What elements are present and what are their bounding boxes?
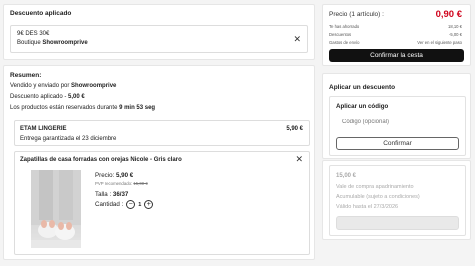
quantity-decrease-button[interactable]: −	[126, 200, 136, 209]
rrp-line: PVP recomendado: 15,00 €	[95, 181, 148, 186]
promo-subtitle: Aplicar un código	[336, 103, 389, 110]
sold-by-seller: Showroomprive	[71, 83, 117, 89]
promo-code-input[interactable]	[336, 115, 459, 129]
shipment-box: ETAM LINGERIE 5,90 € Entrega garantizada…	[14, 120, 310, 146]
product-box: Zapatillas de casa forradas con orejas N…	[14, 151, 310, 255]
voucher-line1: Vale de compra apadrinamiento	[336, 184, 414, 190]
shipment-price: 5,90 €	[286, 126, 303, 132]
sold-by-line: Vendido y enviado por Showroomprive	[10, 83, 116, 89]
quantity-increase-button[interactable]: +	[144, 200, 154, 209]
applied-store-line: Boutique Showroomprive	[17, 40, 88, 46]
reserved-prefix: Los productos están reservados durante	[10, 105, 120, 111]
discount-prefix: Descuento aplicado -	[10, 94, 69, 100]
voucher-line3: Válido hasta el 27/3/2026	[336, 204, 399, 210]
reserved-timer: 9 min 53 seg	[119, 105, 156, 111]
product-price: 5,90 €	[115, 172, 134, 179]
slipper-illustration	[31, 170, 81, 248]
price-label: Precio:	[95, 172, 116, 179]
rrp-label: PVP recomendado:	[95, 181, 134, 186]
discounts-value: -5,00 €	[448, 32, 462, 37]
product-image[interactable]	[31, 170, 81, 248]
price-line: Precio: 5,90 €	[95, 172, 133, 179]
voucher-amount: 15,00 €	[336, 173, 357, 179]
reserved-line: Los productos están reservados durante 9…	[10, 105, 155, 111]
price-title: Precio (1 artículo) :	[329, 11, 384, 18]
price-row-shipping: Gastos de envío Ver en el siguiente paso	[329, 40, 462, 45]
summary-title: Resumen:	[10, 72, 42, 79]
quantity-label: Cantidad :	[95, 201, 124, 208]
product-name[interactable]: Zapatillas de casa forradas con orejas N…	[20, 157, 182, 163]
shipping-label: Gastos de envío	[329, 40, 360, 45]
confirm-cart-button[interactable]: Confirmar la cesta	[329, 49, 464, 62]
shipment-brand: ETAM LINGERIE	[20, 126, 67, 132]
discount-value: 5,00 €	[68, 94, 85, 100]
voucher-line2: Acumulable (sujeto a condiciones)	[336, 194, 420, 200]
applied-code-box: 9€ DES 30€ Boutique Showroomprive ✕	[10, 25, 308, 53]
store-name: Showroomprive	[42, 40, 88, 46]
voucher-inner: 15,00 € Vale de compra apadrinamiento Ac…	[329, 165, 466, 236]
size-label: Talla :	[95, 191, 113, 198]
sold-by-prefix: Vendido y enviado por	[10, 83, 72, 89]
price-panel: Precio (1 artículo) : 0,90 € Te has ahor…	[322, 4, 471, 66]
promo-card: Aplicar un descuento Aplicar un código C…	[322, 73, 471, 159]
saved-label: Te has ahorrado	[329, 24, 360, 29]
store-prefix: Boutique	[17, 40, 43, 46]
price-row-saved: Te has ahorrado 18,10 €	[329, 24, 462, 29]
saved-value: 18,10 €	[448, 24, 462, 29]
size-line: Talla : 36/37	[95, 191, 128, 198]
promo-inner: Aplicar un código Confirmar	[329, 96, 466, 156]
summary-card: Resumen: Vendido y enviado por Showroomp…	[3, 65, 315, 260]
remove-discount-close-icon[interactable]: ✕	[293, 35, 301, 44]
shipping-value: Ver en el siguiente paso	[417, 40, 462, 45]
discount-applied-card: Descuento aplicado 9€ DES 30€ Boutique S…	[3, 4, 315, 60]
voucher-apply-button	[336, 216, 459, 230]
price-row-discounts: Descuentos -5,00 €	[329, 32, 462, 37]
voucher-card: 15,00 € Vale de compra apadrinamiento Ac…	[322, 160, 471, 240]
price-total: 0,90 €	[435, 9, 462, 20]
discounts-label: Descuentos	[329, 32, 352, 37]
discount-line: Descuento aplicado - 5,00 €	[10, 94, 85, 100]
shipment-delivery: Entrega garantizada el 23 diciembre	[20, 136, 117, 142]
quantity-stepper: Cantidad : − 1 +	[95, 200, 154, 209]
promo-confirm-button[interactable]: Confirmar	[336, 137, 459, 150]
remove-product-close-icon[interactable]: ✕	[295, 155, 303, 164]
rrp-value: 15,00 €	[133, 181, 148, 186]
quantity-value: 1	[138, 201, 142, 208]
discount-applied-title: Descuento aplicado	[10, 10, 72, 17]
applied-code: 9€ DES 30€	[17, 31, 50, 37]
size-value: 36/37	[112, 191, 129, 198]
promo-title: Aplicar un descuento	[329, 84, 396, 91]
